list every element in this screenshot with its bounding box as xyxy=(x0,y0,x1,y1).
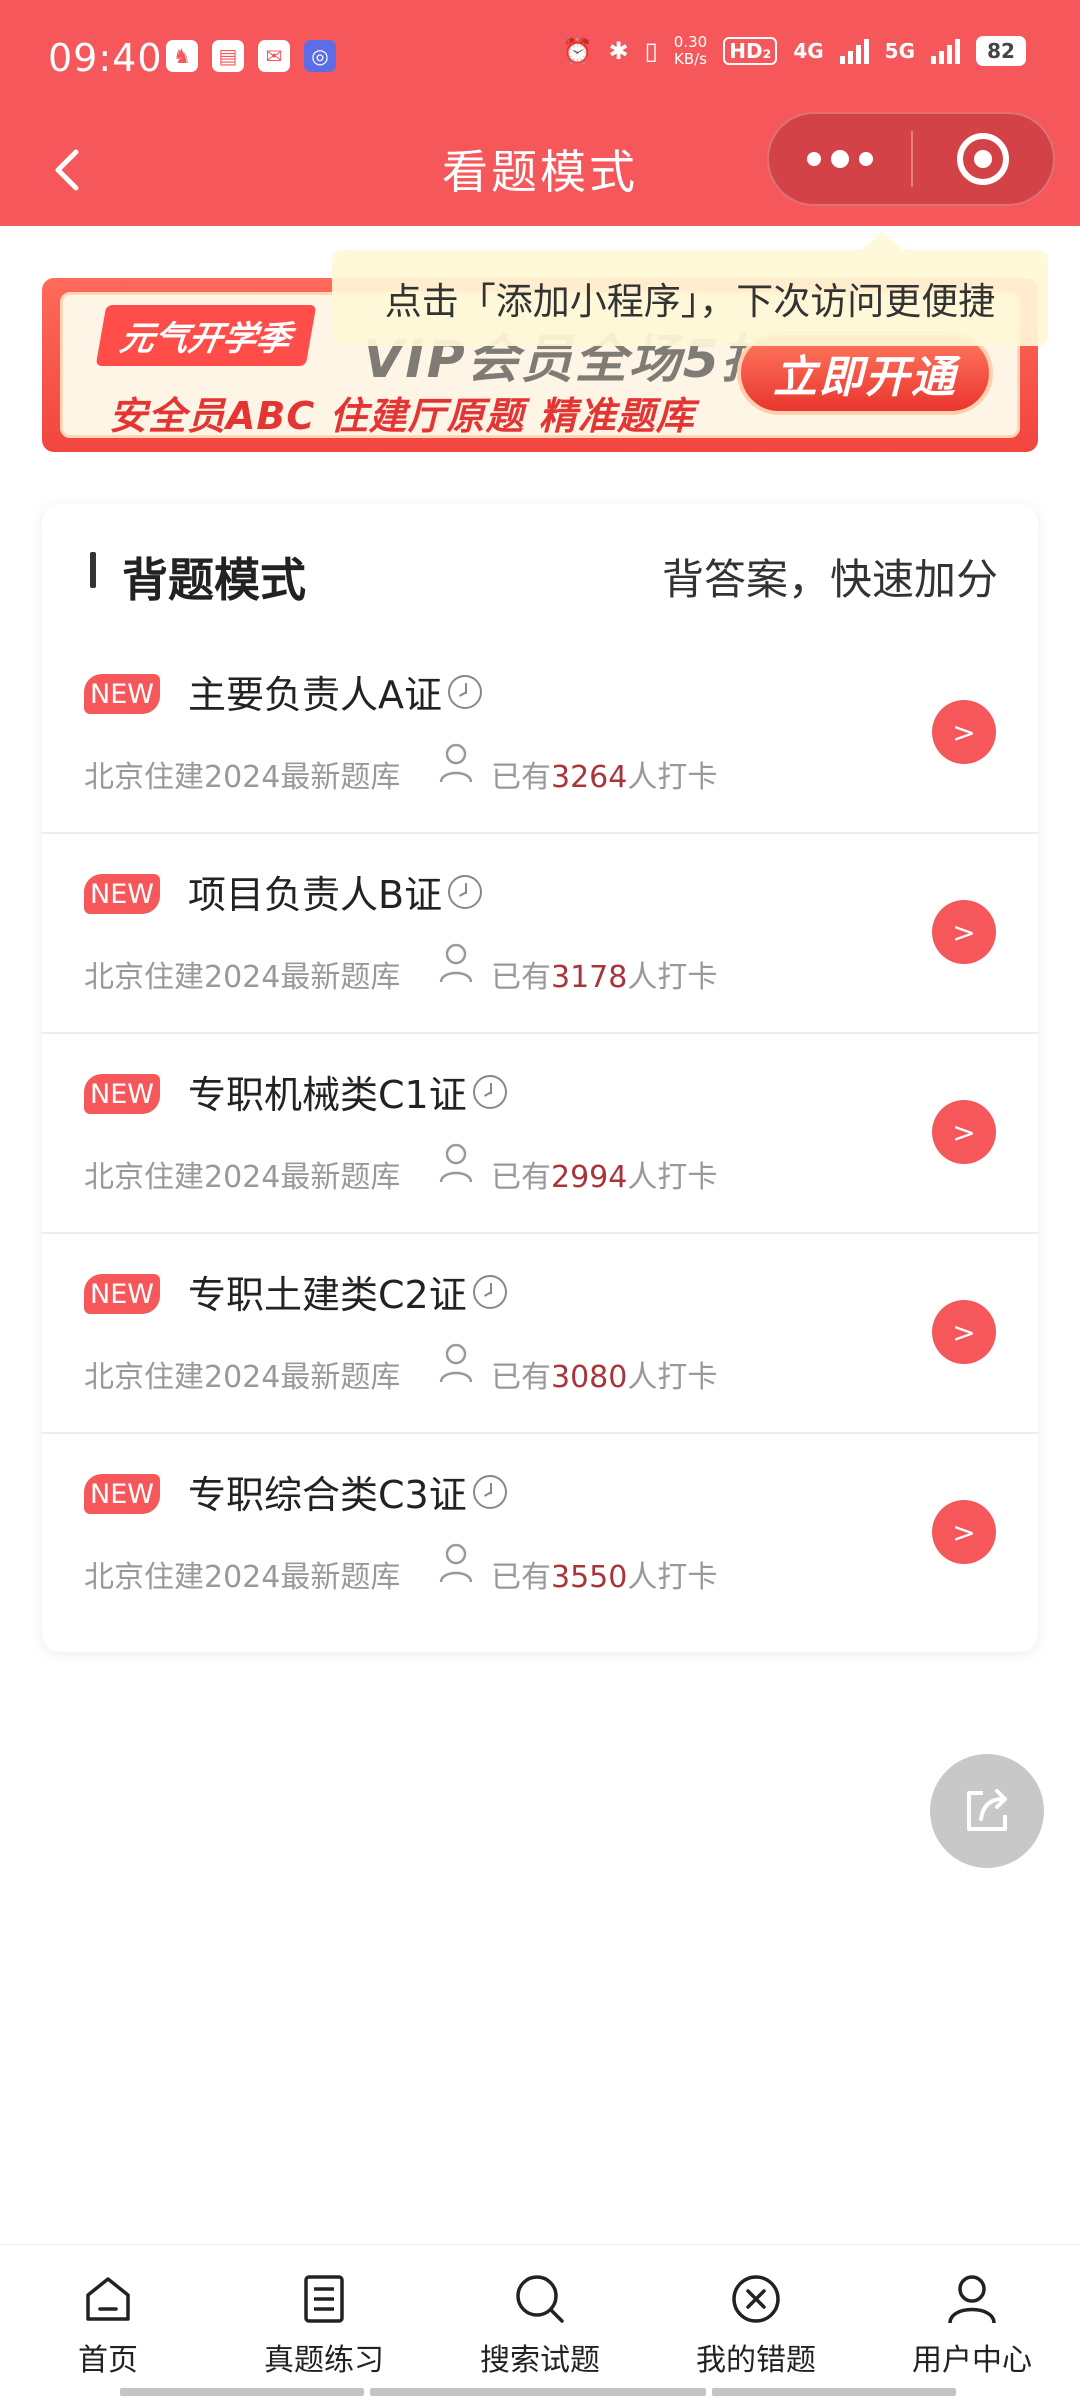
net-speed: 0.30 KB/s xyxy=(674,34,707,68)
user-icon xyxy=(439,1543,473,1583)
tab-label: 用户中心 xyxy=(912,2343,1032,2378)
vibrate-icon: ▯ xyxy=(644,37,658,65)
item-title: 专职机械类C1证 xyxy=(188,1064,507,1119)
list-item[interactable]: NEW 专职综合类C3证 北京住建2024最新题库 已有3550人打卡 > xyxy=(42,1434,1038,1634)
tab-home[interactable]: 首页 xyxy=(0,2245,216,2400)
tab-label: 我的错题 xyxy=(696,2343,816,2378)
item-subtitle: 北京住建2024最新题库 xyxy=(84,760,401,795)
checkin-count: 已有2994人打卡 xyxy=(491,1160,718,1195)
tab-search[interactable]: 搜索试题 xyxy=(432,2245,648,2400)
signal-2-icon xyxy=(931,38,960,64)
clock-icon xyxy=(448,874,483,909)
target-circle-icon xyxy=(957,133,1009,185)
go-button[interactable]: > xyxy=(932,1100,996,1164)
home-indicator xyxy=(120,2388,960,2396)
miniprogram-capsule xyxy=(767,112,1055,206)
tab-label: 真题练习 xyxy=(264,2343,384,2378)
more-options-button[interactable] xyxy=(769,114,911,204)
status-system-icons: ⏰ ✱ ▯ 0.30 KB/s HD₂ 4G 5G 82 xyxy=(563,34,1026,68)
net2-label: 5G xyxy=(884,39,915,63)
document-list-icon xyxy=(304,2275,344,2323)
net-speed-unit: KB/s xyxy=(674,50,707,68)
card-header: 背题模式 背答案，快速加分 xyxy=(42,504,1038,634)
share-button[interactable] xyxy=(930,1754,1044,1868)
net1-label: 4G xyxy=(793,39,824,63)
tab-label: 搜索试题 xyxy=(480,2343,600,2378)
clock-icon xyxy=(472,1274,507,1309)
user-icon xyxy=(439,743,473,783)
status-time: 09:40 xyxy=(48,36,163,80)
item-title: 主要负责人A证 xyxy=(188,664,482,719)
user-icon xyxy=(439,1143,473,1183)
title-accent-bar xyxy=(90,552,96,588)
tab-practice[interactable]: 真题练习 xyxy=(216,2245,432,2400)
new-badge: NEW xyxy=(84,1074,160,1114)
banner-subtitle: 安全员ABC 住建厅原题 精准题库 xyxy=(109,394,695,438)
browser-notification-icon: ◎ xyxy=(304,40,336,72)
battery-level: 82 xyxy=(987,39,1015,63)
card-slogan: 背答案，快速加分 xyxy=(661,555,998,604)
list-item[interactable]: NEW 专职土建类C2证 北京住建2024最新题库 已有3080人打卡 > xyxy=(42,1234,1038,1434)
item-subtitle: 北京住建2024最新题库 xyxy=(84,1160,401,1195)
status-bar: 09:40 ♞ ▤ ✉ ◎ ⏰ ✱ ▯ 0.30 KB/s HD₂ 4G 5G … xyxy=(0,0,1080,116)
list-item[interactable]: NEW 项目负责人B证 北京住建2024最新题库 已有3178人打卡 > xyxy=(42,834,1038,1034)
bottom-tab-bar: 首页 真题练习 搜索试题 我的错题 用户中心 xyxy=(0,2244,1080,2400)
go-button[interactable]: > xyxy=(932,700,996,764)
new-badge: NEW xyxy=(84,874,160,914)
bluetooth-icon: ✱ xyxy=(608,37,629,65)
checkin-count: 已有3550人打卡 xyxy=(491,1560,718,1595)
tab-user-center[interactable]: 用户中心 xyxy=(864,2245,1080,2400)
new-badge: NEW xyxy=(84,1474,160,1514)
close-miniprogram-button[interactable] xyxy=(913,114,1053,204)
clock-icon xyxy=(472,1074,507,1109)
alarm-icon: ⏰ xyxy=(562,37,593,65)
tab-wrong-questions[interactable]: 我的错题 xyxy=(648,2245,864,2400)
new-badge: NEW xyxy=(84,1274,160,1314)
item-title: 专职土建类C2证 xyxy=(188,1264,507,1319)
go-button[interactable]: > xyxy=(932,1300,996,1364)
card-title: 背题模式 xyxy=(122,553,306,607)
item-title: 项目负责人B证 xyxy=(188,864,483,919)
clock-icon xyxy=(448,674,482,709)
tooltip-text: 点击「添加小程序」，下次访问更便捷 xyxy=(384,280,996,323)
search-icon xyxy=(516,2275,564,2323)
go-button[interactable]: > xyxy=(932,900,996,964)
recite-mode-card: 背题模式 背答案，快速加分 NEW 主要负责人A证 北京住建2024最新题库 已… xyxy=(42,504,1038,1652)
status-notification-icons: ♞ ▤ ✉ ◎ xyxy=(166,40,336,72)
app-notification-icon: ♞ xyxy=(166,40,198,72)
checkin-count: 已有3178人打卡 xyxy=(491,960,718,995)
card-notification-icon: ▤ xyxy=(212,40,244,72)
signal-icon xyxy=(839,38,869,64)
list-item[interactable]: NEW 主要负责人A证 北京住建2024最新题库 已有3264人打卡 > xyxy=(42,634,1038,834)
home-icon xyxy=(86,2277,130,2321)
checkin-count: 已有3264人打卡 xyxy=(491,760,718,795)
mail-notification-icon: ✉ xyxy=(258,40,290,72)
wrong-circle-icon xyxy=(732,2275,780,2323)
add-miniprogram-tooltip: 点击「添加小程序」，下次访问更便捷 xyxy=(332,232,1048,346)
share-icon xyxy=(967,1789,1007,1831)
user-icon xyxy=(439,943,473,983)
new-badge: NEW xyxy=(84,674,160,714)
user-icon xyxy=(948,2275,996,2324)
item-title: 专职综合类C3证 xyxy=(188,1464,507,1519)
go-button[interactable]: > xyxy=(932,1500,996,1564)
item-subtitle: 北京住建2024最新题库 xyxy=(84,1560,401,1595)
hd-badge: HD₂ xyxy=(723,37,778,65)
item-subtitle: 北京住建2024最新题库 xyxy=(84,960,401,995)
clock-icon xyxy=(472,1474,507,1509)
battery-icon: 82 xyxy=(976,36,1026,66)
item-subtitle: 北京住建2024最新题库 xyxy=(84,1360,401,1395)
checkin-count: 已有3080人打卡 xyxy=(491,1360,718,1395)
banner-tag: 元气开学季 xyxy=(95,305,317,366)
list-item[interactable]: NEW 专职机械类C1证 北京住建2024最新题库 已有2994人打卡 > xyxy=(42,1034,1038,1234)
net-speed-value: 0.30 xyxy=(673,33,708,51)
user-icon xyxy=(439,1343,473,1383)
tab-label: 首页 xyxy=(78,2343,138,2378)
